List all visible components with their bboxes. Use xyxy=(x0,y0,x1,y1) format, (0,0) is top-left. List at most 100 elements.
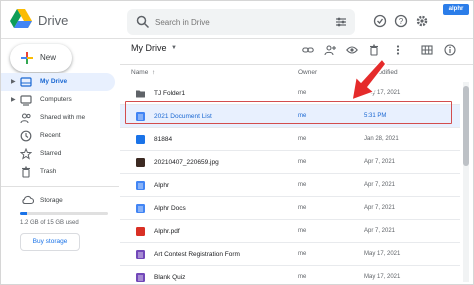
new-button-label: New xyxy=(40,53,57,62)
column-header-modified[interactable]: modified xyxy=(373,69,398,76)
file-row[interactable]: 81884 me Jan 28, 2021 xyxy=(120,128,460,151)
alphr-watermark-badge: alphr xyxy=(443,4,469,15)
toolbar: My Drive ▼ xyxy=(120,40,473,62)
cloud-icon xyxy=(22,195,34,205)
sidebar-item-recent[interactable]: Recent xyxy=(1,127,115,145)
star-icon xyxy=(20,148,32,160)
expand-caret-icon[interactable]: ▶ xyxy=(11,78,16,85)
file-owner: me xyxy=(298,205,307,211)
scrollbar-thumb[interactable] xyxy=(463,86,469,166)
app-title[interactable]: Drive xyxy=(38,13,68,28)
file-name: TJ Folder1 xyxy=(154,90,186,97)
toolbar-divider xyxy=(120,64,473,65)
svg-text:?: ? xyxy=(399,17,404,26)
folder-file-icon xyxy=(136,90,145,98)
file-modified-date: Jan 28, 2021 xyxy=(364,136,399,142)
sidebar-item-trash[interactable]: Trash xyxy=(1,163,115,181)
file-modified-date: Apr 7, 2021 xyxy=(364,228,396,234)
file-row[interactable]: 20210407_220659.jpg me Apr 7, 2021 xyxy=(120,151,460,174)
sidebar-item-my-drive[interactable]: ▶ My Drive xyxy=(1,73,115,91)
sidebar-item-starred[interactable]: Starred xyxy=(1,145,115,163)
doc-file-icon xyxy=(136,204,145,213)
people-icon xyxy=(20,113,31,124)
share-person-icon[interactable] xyxy=(324,44,336,56)
sort-arrow-up-icon[interactable]: ↑ xyxy=(152,69,155,76)
file-row[interactable]: TJ Folder1 me May 17, 2021 xyxy=(120,82,460,105)
file-name: 81884 xyxy=(154,136,173,143)
file-modified-date: 5:31 PM xyxy=(364,113,387,119)
computer-icon xyxy=(20,95,32,106)
file-row[interactable]: Blank Quiz me May 17, 2021 xyxy=(120,266,460,285)
sidebar-item-shared-with-me[interactable]: Shared with me xyxy=(1,109,115,127)
file-owner: me xyxy=(298,113,307,119)
file-modified-date: May 17, 2021 xyxy=(364,251,401,257)
storage-usage-fill xyxy=(20,212,28,215)
chevron-down-icon[interactable]: ▼ xyxy=(171,45,177,51)
info-icon[interactable] xyxy=(444,44,456,56)
top-bar: Drive ? alphr xyxy=(1,1,473,39)
plus-icon xyxy=(21,52,33,64)
sidebar: New ▶ My Drive ▶ Computers Shared with m… xyxy=(1,40,119,284)
delete-trash-icon[interactable] xyxy=(368,44,380,56)
doc-file-icon xyxy=(136,112,145,121)
doc-file-icon xyxy=(136,181,145,190)
file-owner: me xyxy=(298,228,307,234)
file-owner: me xyxy=(298,274,307,280)
file-name: Alphr Docs xyxy=(154,205,186,212)
sidebar-item-label: Shared with me xyxy=(40,114,86,121)
location-title[interactable]: My Drive xyxy=(131,43,167,53)
file-name: Art Contest Registration Form xyxy=(154,251,240,258)
column-header-name[interactable]: Name xyxy=(131,69,148,76)
column-header-owner[interactable]: Owner xyxy=(298,69,317,76)
file-modified-date: May 17, 2021 xyxy=(364,274,401,280)
file-name: Blank Quiz xyxy=(154,274,186,281)
buy-storage-button[interactable]: Buy storage xyxy=(20,233,80,251)
drive-logo-icon[interactable] xyxy=(10,9,32,29)
file-modified-date: Apr 7, 2021 xyxy=(364,159,396,165)
file-modified-date: Apr 7, 2021 xyxy=(364,205,396,211)
sidebar-item-label: Computers xyxy=(40,96,72,103)
search-input[interactable] xyxy=(155,14,315,30)
link-icon[interactable] xyxy=(302,44,314,56)
settings-gear-icon[interactable] xyxy=(415,14,429,28)
storage-usage-bar xyxy=(20,212,108,215)
search-bar[interactable] xyxy=(127,9,355,35)
sidebar-item-computers[interactable]: ▶ Computers xyxy=(1,91,115,109)
file-name: Alphr xyxy=(154,182,170,189)
sidebar-item-label: My Drive xyxy=(40,78,68,85)
main-content: My Drive ▼ Name ↑ Owner modified TJ Fold… xyxy=(120,40,473,284)
scrollbar[interactable] xyxy=(463,82,469,282)
grid-view-icon[interactable] xyxy=(421,44,433,56)
offline-status-icon[interactable] xyxy=(373,14,387,28)
sidebar-item-label: Trash xyxy=(40,168,57,175)
file-row[interactable]: Alphr Docs me Apr 7, 2021 xyxy=(120,197,460,220)
image-file-icon xyxy=(136,135,145,144)
sidebar-divider xyxy=(1,186,119,187)
file-owner: me xyxy=(298,136,307,142)
file-row[interactable]: Alphr.pdf me Apr 7, 2021 xyxy=(120,220,460,243)
more-vertical-icon[interactable] xyxy=(392,44,404,56)
file-row[interactable]: Alphr me Apr 7, 2021 xyxy=(120,174,460,197)
file-modified-date: May 17, 2021 xyxy=(364,90,401,96)
storage-usage-text: 1.2 GB of 15 GB used xyxy=(20,220,79,226)
search-icon[interactable] xyxy=(136,15,150,29)
file-name: 20210407_220659.jpg xyxy=(154,159,219,166)
new-button[interactable]: New xyxy=(10,44,72,72)
trash-icon xyxy=(22,166,30,178)
form-file-icon xyxy=(136,250,145,259)
file-row[interactable]: Art Contest Registration Form me May 17, 2… xyxy=(120,243,460,266)
file-owner: me xyxy=(298,159,307,165)
file-owner: me xyxy=(298,90,307,96)
search-options-icon[interactable] xyxy=(335,16,347,28)
storage-label[interactable]: Storage xyxy=(40,197,63,204)
expand-caret-icon[interactable]: ▶ xyxy=(11,96,16,103)
preview-eye-icon[interactable] xyxy=(346,44,358,56)
sidebar-item-label: Recent xyxy=(40,132,61,139)
form-file-icon xyxy=(136,273,145,282)
help-icon[interactable]: ? xyxy=(394,14,408,28)
file-row[interactable]: 2021 Document List me 5:31 PM xyxy=(120,105,460,128)
clock-icon xyxy=(20,130,32,142)
pdf-file-icon xyxy=(136,227,145,236)
file-owner: me xyxy=(298,251,307,257)
image-file-icon xyxy=(136,158,145,167)
